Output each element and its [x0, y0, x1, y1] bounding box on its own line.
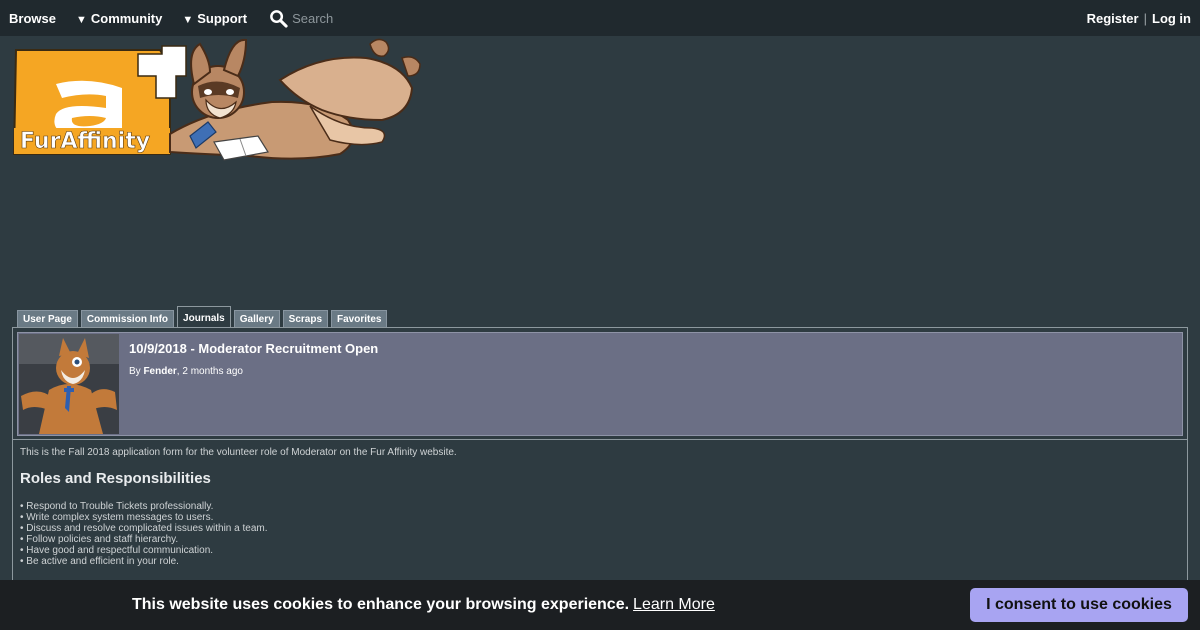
author-avatar[interactable]	[19, 334, 119, 434]
login-link[interactable]: Log in	[1152, 11, 1191, 26]
list-item: • Be active and efficient in your role.	[20, 556, 179, 567]
learn-more-link[interactable]: Learn More	[633, 596, 715, 613]
profile-tabs: User Page Commission Info Journals Galle…	[17, 306, 390, 329]
by-label: By	[129, 366, 141, 377]
journal-header: 10/9/2018 - Moderator Recruitment Open B…	[17, 332, 1183, 436]
list-item: • Discuss and resolve complicated issues…	[20, 523, 268, 534]
nav-separator: |	[1143, 10, 1147, 26]
search-box	[269, 9, 433, 28]
mascot-illustration	[169, 38, 421, 161]
search-input[interactable]	[288, 10, 433, 26]
cookie-text: This website uses cookies to enhance you…	[132, 596, 630, 613]
top-nav: Browse ▼Community ▼Support Register | Lo…	[0, 0, 1200, 36]
nav-browse[interactable]: Browse	[9, 11, 56, 26]
list-item: • Have good and respectful communication…	[20, 545, 214, 556]
account-links: Register | Log in	[1087, 11, 1191, 26]
avatar-image	[19, 334, 119, 434]
journal-meta: By Fender, 2 months ago	[129, 366, 243, 377]
logo-text: FurAffinity	[20, 129, 150, 154]
caret-down-icon: ▼	[75, 13, 87, 26]
list-item: • Write complex system messages to users…	[20, 512, 214, 523]
list-item: • Follow policies and staff hierarchy.	[20, 534, 179, 545]
list-item: • Respond to Trouble Tickets professiona…	[20, 501, 214, 512]
nav-support[interactable]: ▼ Support	[182, 11, 247, 26]
tab-journals[interactable]: Journals	[177, 306, 231, 329]
search-icon[interactable]	[269, 9, 288, 28]
journal-intro: This is the Fall 2018 application form f…	[20, 447, 457, 458]
consent-button[interactable]: I consent to use cookies	[970, 588, 1188, 622]
cookie-banner: This website uses cookies to enhance you…	[0, 580, 1200, 630]
site-banner[interactable]: FurAffinity	[10, 36, 430, 164]
journal-title: 10/9/2018 - Moderator Recruitment Open	[129, 341, 379, 356]
caret-down-icon: ▼	[182, 13, 194, 26]
register-link[interactable]: Register	[1087, 11, 1139, 26]
author-link[interactable]: Fender	[143, 366, 176, 377]
content-divider	[13, 439, 1187, 440]
journal-time: , 2 months ago	[176, 366, 243, 377]
journal-container: 10/9/2018 - Moderator Recruitment Open B…	[12, 327, 1188, 597]
fa-logo-icon: FurAffinity	[12, 45, 187, 155]
nav-community-label: Community	[90, 10, 163, 26]
section-heading: Roles and Responsibilities	[20, 470, 211, 487]
cookie-message: This website uses cookies to enhance you…	[132, 596, 715, 614]
nav-community[interactable]: ▼ Community	[76, 11, 162, 26]
nav-support-label: Support	[197, 10, 248, 26]
journal-body: This is the Fall 2018 application form f…	[20, 447, 1170, 567]
